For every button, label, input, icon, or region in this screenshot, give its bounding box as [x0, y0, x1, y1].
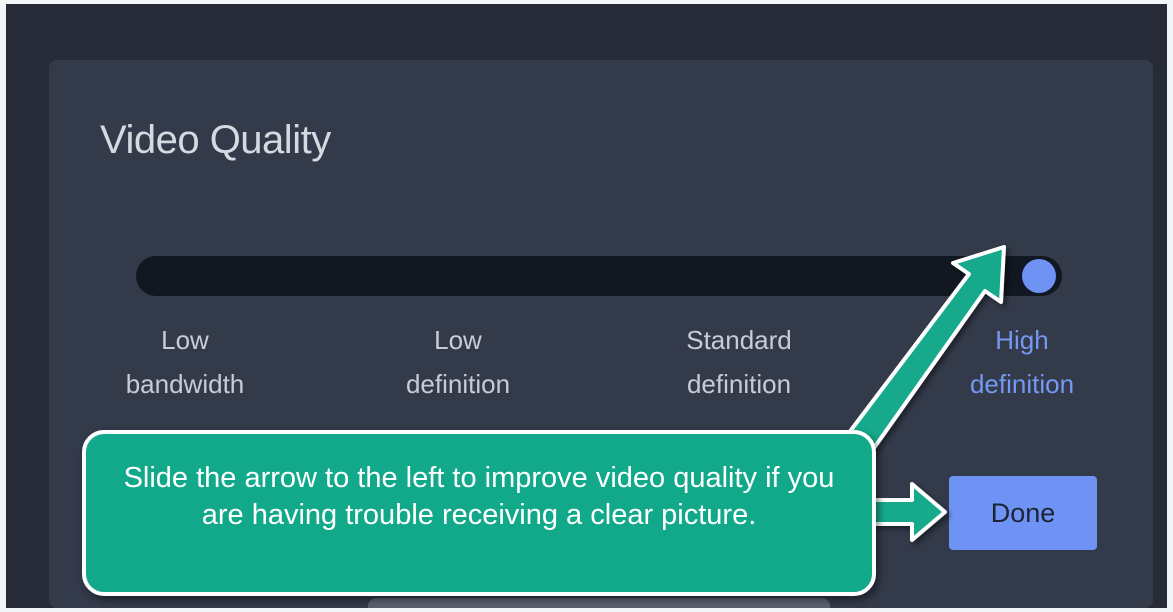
arrow-to-slider-icon [843, 245, 1006, 457]
tutorial-callout: Slide the arrow to the left to improve v… [82, 430, 876, 596]
arrow-to-done-icon [872, 482, 947, 542]
